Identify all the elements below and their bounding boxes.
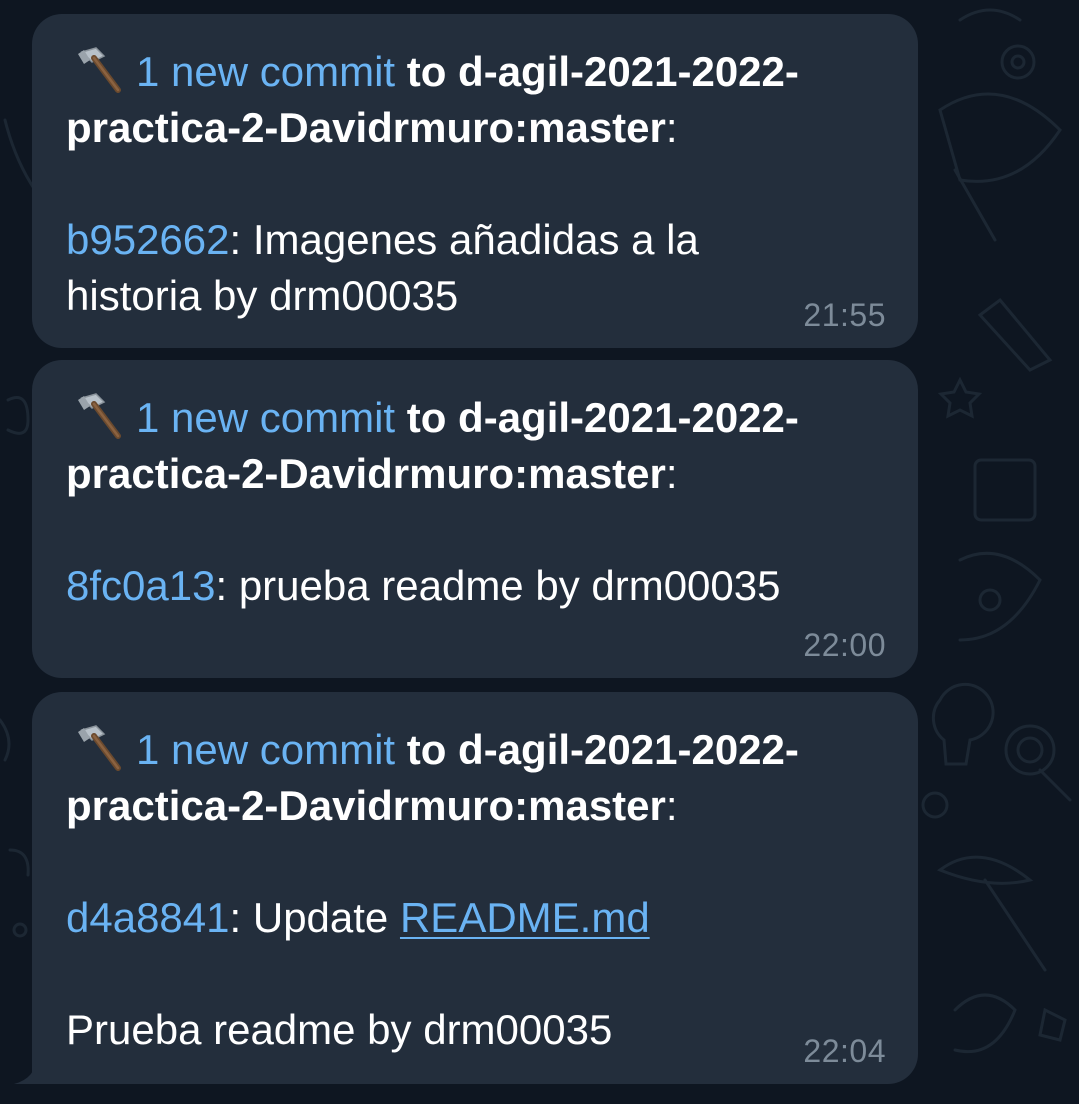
repo-name: to d-agil-2021-2022- bbox=[395, 726, 799, 773]
message-bubble[interactable]: 1 new commit to d-agil-2021-2022- practi… bbox=[32, 692, 918, 1084]
commit-message: prueba readme by drm00035 bbox=[238, 562, 781, 609]
colon: : bbox=[665, 104, 678, 151]
repo-name: to d-agil-2021-2022- bbox=[395, 48, 799, 95]
message-timestamp: 22:04 bbox=[803, 1033, 886, 1069]
commit-hash-link[interactable]: 8fc0a13 bbox=[66, 562, 215, 609]
repo-branch: practica-2-Davidrmuro:master bbox=[66, 782, 666, 829]
repo-name: to d-agil-2021-2022- bbox=[395, 394, 799, 441]
update-text: Update bbox=[252, 894, 400, 941]
chat-feed[interactable]: 1 new commit to d-agil-2021-2022- practi… bbox=[0, 0, 1079, 1104]
commit-hash-link[interactable]: d4a8841 bbox=[66, 894, 230, 941]
colon: : bbox=[665, 450, 678, 497]
message-header: 1 new commit to d-agil-2021-2022- bbox=[66, 44, 878, 100]
message-timestamp: 22:00 bbox=[803, 627, 886, 663]
commit-count-link[interactable]: 1 new commit bbox=[136, 726, 395, 773]
commit-count-link[interactable]: 1 new commit bbox=[136, 48, 395, 95]
message-text: 1 new commit to d-agil-2021-2022- practi… bbox=[66, 44, 878, 324]
commit-message-line2: historia by drm00035 bbox=[66, 272, 459, 319]
commit-hash-link[interactable]: b952662 bbox=[66, 216, 230, 263]
message-text: 1 new commit to d-agil-2021-2022- practi… bbox=[66, 722, 878, 1058]
separator: : bbox=[215, 562, 239, 609]
message-bubble[interactable]: 1 new commit to d-agil-2021-2022- practi… bbox=[32, 360, 918, 678]
hammer-icon bbox=[78, 47, 121, 93]
message-header: 1 new commit to d-agil-2021-2022- bbox=[66, 722, 878, 778]
colon: : bbox=[665, 782, 678, 829]
commit-count-link[interactable]: 1 new commit bbox=[136, 394, 395, 441]
message-bubble[interactable]: 1 new commit to d-agil-2021-2022- practi… bbox=[32, 14, 918, 348]
message-text: 1 new commit to d-agil-2021-2022- practi… bbox=[66, 390, 878, 614]
commit-description: Prueba readme by drm00035 bbox=[66, 1006, 613, 1053]
separator: : bbox=[229, 216, 253, 263]
message-timestamp: 21:55 bbox=[803, 297, 886, 333]
readme-file-link[interactable]: README.md bbox=[400, 894, 650, 941]
repo-branch: practica-2-Davidrmuro:master bbox=[66, 104, 666, 151]
hammer-icon bbox=[78, 725, 121, 771]
message-header: 1 new commit to d-agil-2021-2022- bbox=[66, 390, 878, 446]
bubble-tail bbox=[14, 1058, 54, 1084]
hammer-icon bbox=[78, 393, 121, 439]
repo-branch: practica-2-Davidrmuro:master bbox=[66, 450, 666, 497]
separator: : bbox=[229, 894, 253, 941]
commit-message-line1: Imagenes añadidas a la bbox=[252, 216, 699, 263]
